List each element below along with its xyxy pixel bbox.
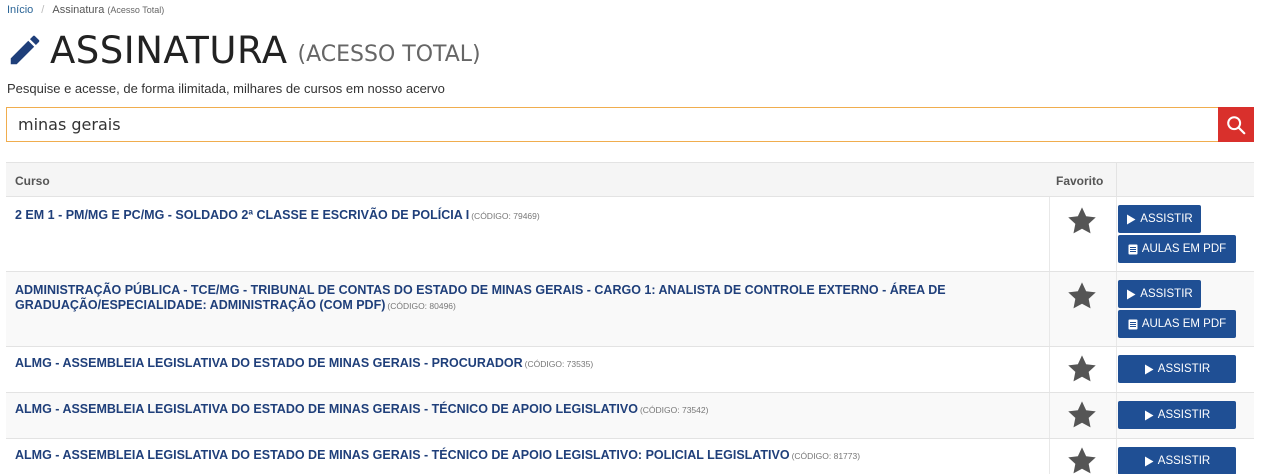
course-title: ALMG - ASSEMBLEIA LEGISLATIVA DO ESTADO … — [15, 402, 638, 416]
column-divider — [1049, 272, 1050, 346]
watch-button[interactable]: ASSISTIR — [1118, 205, 1201, 233]
favorite-star-icon[interactable] — [1066, 353, 1098, 385]
document-icon — [1128, 244, 1138, 254]
course-title: ADMINISTRAÇÃO PÚBLICA - TCE/MG - TRIBUNA… — [15, 283, 946, 312]
table-row: ALMG - ASSEMBLEIA LEGISLATIVA DO ESTADO … — [6, 439, 1254, 474]
pdf-lessons-label: AULAS EM PDF — [1141, 243, 1227, 255]
watch-button[interactable]: ASSISTIR — [1118, 355, 1236, 383]
table-header: Curso Favorito — [6, 162, 1254, 197]
favorite-star-icon[interactable] — [1066, 399, 1098, 431]
watch-label: ASSISTIR — [1140, 213, 1193, 225]
search-input[interactable] — [6, 107, 1218, 142]
column-divider — [1116, 347, 1117, 392]
course-title-link[interactable]: ALMG - ASSEMBLEIA LEGISLATIVA DO ESTADO … — [15, 402, 1015, 418]
course-code: (CÓDIGO: 80496) — [387, 301, 456, 311]
course-code: (CÓDIGO: 81773) — [791, 451, 861, 461]
column-divider — [1049, 347, 1050, 392]
table-body: 2 EM 1 - PM/MG E PC/MG - SOLDADO 2ª CLAS… — [6, 197, 1254, 474]
search-icon — [1227, 115, 1246, 134]
course-title-link[interactable]: ADMINISTRAÇÃO PÚBLICA - TCE/MG - TRIBUNA… — [15, 283, 1015, 314]
pdf-lessons-button[interactable]: AULAS EM PDF — [1118, 235, 1236, 263]
breadcrumb-current-detail: (Acesso Total) — [107, 5, 165, 15]
course-title-link[interactable]: ALMG - ASSEMBLEIA LEGISLATIVA DO ESTADO … — [15, 356, 1015, 372]
table-row: ADMINISTRAÇÃO PÚBLICA - TCE/MG - TRIBUNA… — [6, 272, 1254, 347]
column-divider — [1116, 439, 1117, 474]
course-title: 2 EM 1 - PM/MG E PC/MG - SOLDADO 2ª CLAS… — [15, 208, 470, 222]
column-header-course: Curso — [15, 174, 50, 188]
document-icon — [1128, 319, 1138, 329]
favorite-star-icon[interactable] — [1066, 205, 1098, 237]
watch-label: ASSISTIR — [1157, 409, 1211, 421]
column-divider — [1116, 197, 1117, 271]
breadcrumb-separator: / — [41, 4, 45, 16]
watch-button[interactable]: ASSISTIR — [1118, 401, 1236, 429]
page-subtitle: (ACESSO TOTAL) — [297, 41, 481, 67]
breadcrumb-home-link[interactable]: Início — [7, 4, 33, 16]
play-icon — [1144, 410, 1154, 420]
column-divider — [1116, 272, 1117, 346]
search-button[interactable] — [1218, 107, 1254, 142]
column-divider — [1049, 393, 1050, 438]
column-divider — [1116, 163, 1117, 196]
play-icon — [1127, 289, 1136, 299]
column-divider — [1049, 439, 1050, 474]
course-title: ALMG - ASSEMBLEIA LEGISLATIVA DO ESTADO … — [15, 356, 523, 370]
course-code: (CÓDIGO: 73542) — [639, 405, 709, 415]
watch-button[interactable]: ASSISTIR — [1118, 280, 1201, 308]
table-row: ALMG - ASSEMBLEIA LEGISLATIVA DO ESTADO … — [6, 393, 1254, 439]
course-code: (CÓDIGO: 73535) — [524, 359, 594, 369]
watch-label: ASSISTIR — [1140, 288, 1193, 300]
column-divider — [1049, 197, 1050, 271]
watch-label: ASSISTIR — [1157, 363, 1211, 375]
course-title-link[interactable]: ALMG - ASSEMBLEIA LEGISLATIVA DO ESTADO … — [15, 448, 1015, 464]
course-title: ALMG - ASSEMBLEIA LEGISLATIVA DO ESTADO … — [15, 448, 790, 462]
favorite-star-icon[interactable] — [1066, 445, 1098, 474]
table-row: ALMG - ASSEMBLEIA LEGISLATIVA DO ESTADO … — [6, 347, 1254, 393]
pdf-lessons-label: AULAS EM PDF — [1141, 318, 1227, 330]
course-code: (CÓDIGO: 79469) — [471, 211, 540, 221]
search-bar — [6, 107, 1254, 142]
page-title: ASSINATURA (ACESSO TOTAL) — [6, 28, 481, 72]
column-header-favorite: Favorito — [1056, 174, 1104, 188]
favorite-star-icon[interactable] — [1066, 280, 1098, 312]
breadcrumb-current: Assinatura — [52, 4, 105, 16]
play-icon — [1127, 214, 1136, 224]
course-title-link[interactable]: 2 EM 1 - PM/MG E PC/MG - SOLDADO 2ª CLAS… — [15, 208, 1015, 224]
page-description: Pesquise e acesse, de forma ilimitada, m… — [7, 81, 445, 96]
watch-label: ASSISTIR — [1157, 455, 1211, 467]
course-table: Curso Favorito 2 EM 1 - PM/MG E PC/MG - … — [6, 162, 1254, 474]
play-icon — [1144, 364, 1154, 374]
column-divider — [1116, 393, 1117, 438]
table-row: 2 EM 1 - PM/MG E PC/MG - SOLDADO 2ª CLAS… — [6, 197, 1254, 272]
pdf-lessons-button[interactable]: AULAS EM PDF — [1118, 310, 1236, 338]
watch-button[interactable]: ASSISTIR — [1118, 447, 1236, 474]
breadcrumb: Início / Assinatura (Acesso Total) — [7, 4, 164, 16]
pencil-icon — [10, 35, 40, 65]
play-icon — [1144, 456, 1154, 466]
page-title-text: ASSINATURA — [50, 28, 288, 72]
